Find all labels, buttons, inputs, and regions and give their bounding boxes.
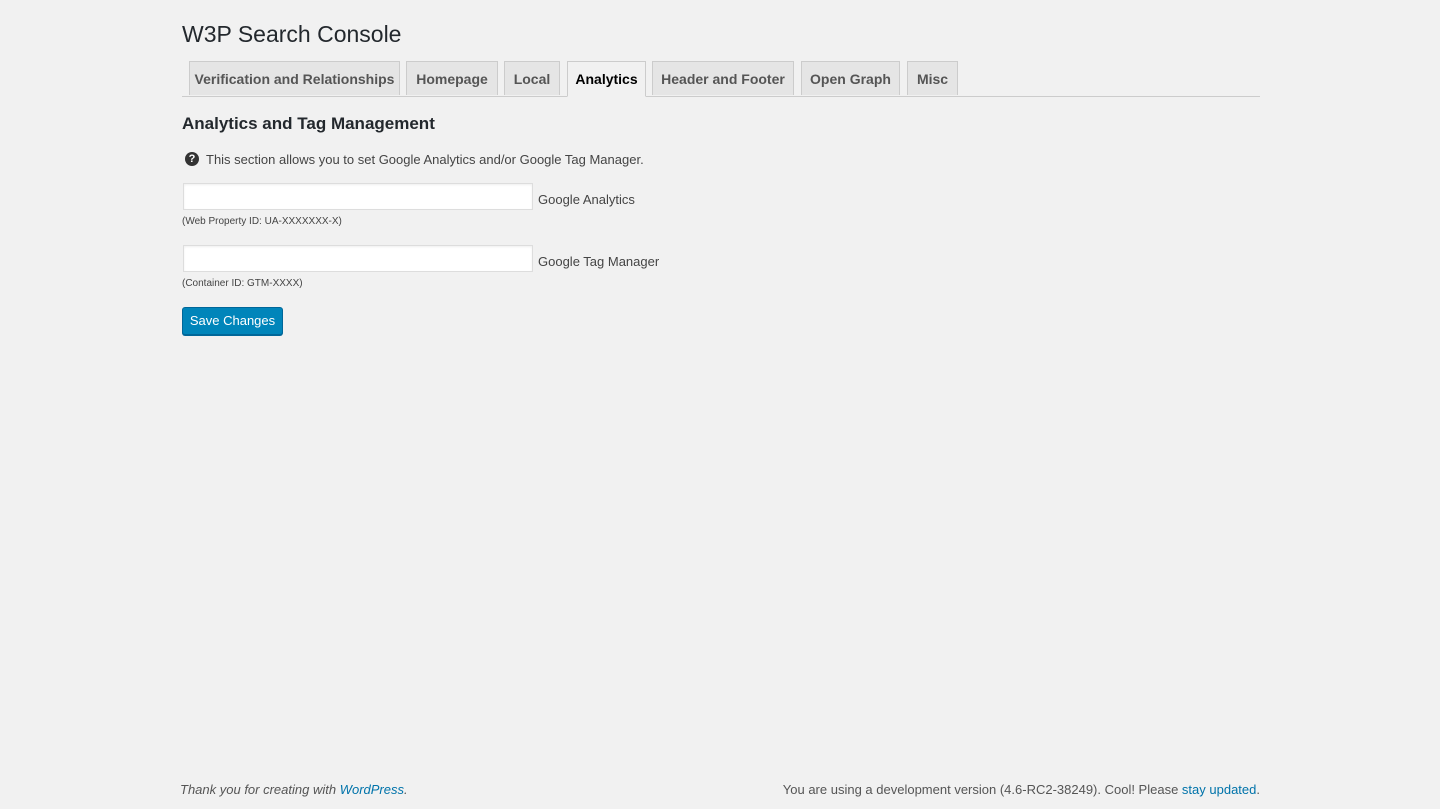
google-tag-manager-label: Google Tag Manager	[538, 254, 660, 269]
stay-updated-link[interactable]: stay updated	[1182, 782, 1256, 797]
footer-version: You are using a development version (4.6…	[783, 782, 1260, 797]
help-text: This section allows you to set Google An…	[206, 151, 644, 167]
wordpress-link[interactable]: WordPress	[340, 782, 404, 797]
question-circle-icon: ?	[185, 152, 199, 166]
save-changes-button[interactable]: Save Changes	[182, 307, 283, 335]
tab-analytics[interactable]: Analytics	[567, 61, 646, 97]
section-title: Analytics and Tag Management	[182, 114, 435, 133]
tab-bar: Verification and Relationships Homepage …	[182, 61, 1260, 97]
tab-verification-and-relationships[interactable]: Verification and Relationships	[189, 61, 400, 95]
footer-version-text: You are using a development version (4.6…	[782, 782, 1182, 797]
google-tag-manager-description: (Container ID: GTM-XXXX)	[182, 278, 303, 289]
footer-version-suffix: .	[1256, 782, 1260, 797]
help-row: ? This section allows you to set Google …	[185, 151, 644, 167]
google-analytics-label: Google Analytics	[538, 192, 635, 207]
google-analytics-input[interactable]	[183, 183, 533, 210]
footer-thanks-text: Thank you for creating with	[180, 782, 340, 797]
tab-open-graph[interactable]: Open Graph	[801, 61, 900, 95]
google-tag-manager-input[interactable]	[183, 245, 533, 272]
page-title: W3P Search Console	[182, 21, 402, 47]
footer-thanks: Thank you for creating with WordPress.	[180, 782, 408, 797]
tab-local[interactable]: Local	[504, 61, 560, 95]
footer-thanks-suffix: .	[404, 782, 408, 797]
tab-header-and-footer[interactable]: Header and Footer	[652, 61, 794, 95]
tab-homepage[interactable]: Homepage	[406, 61, 498, 95]
tab-misc[interactable]: Misc	[907, 61, 958, 95]
google-analytics-description: (Web Property ID: UA-XXXXXXX-X)	[182, 216, 342, 227]
